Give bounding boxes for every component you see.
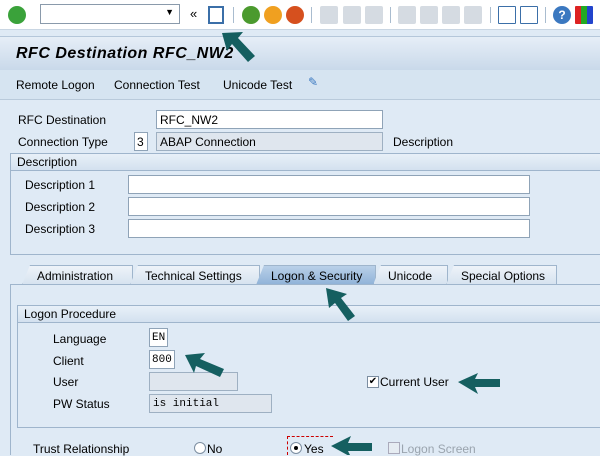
arrow-icon — [326, 288, 355, 321]
arrow-icon — [331, 436, 372, 455]
arrow-icon — [458, 373, 500, 394]
annotation-arrows — [185, 32, 500, 455]
arrow-icon — [222, 32, 255, 62]
arrow-icon — [185, 353, 224, 377]
